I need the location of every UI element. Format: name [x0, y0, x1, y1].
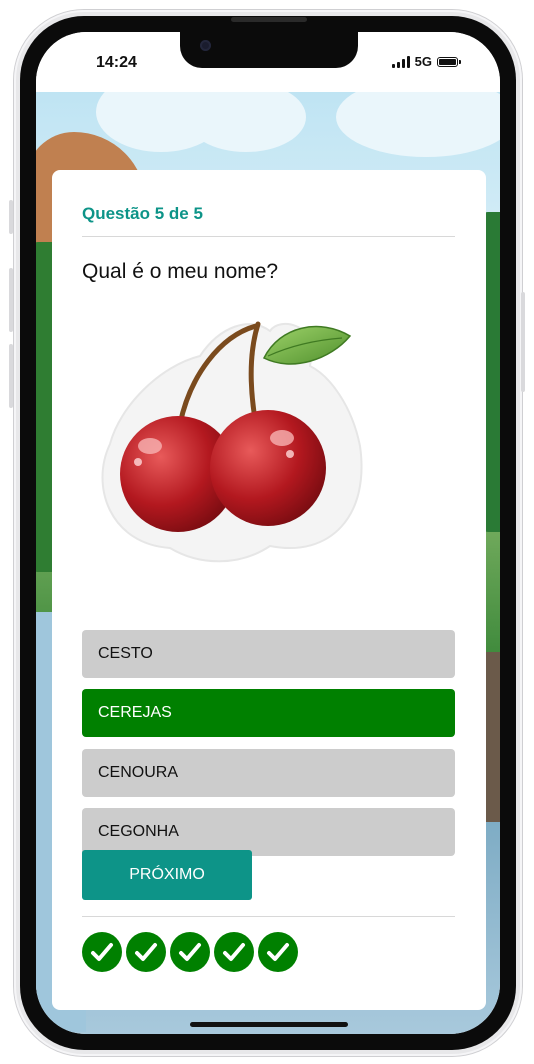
earpiece: [231, 17, 307, 22]
check-icon: [126, 932, 166, 972]
cloud: [186, 82, 306, 152]
next-button[interactable]: PRÓXIMO: [82, 850, 252, 900]
check-icon: [214, 932, 254, 972]
divider: [82, 916, 455, 917]
question-counter: Questão 5 de 5: [82, 204, 203, 223]
cherries-image: [80, 296, 370, 576]
battery-icon: [437, 56, 461, 67]
home-indicator[interactable]: [190, 1022, 348, 1027]
check-icon: [258, 932, 298, 972]
status-icons: 5G: [391, 54, 461, 69]
divider: [82, 236, 455, 237]
answer-option-cegonha[interactable]: CEGONHA: [82, 808, 455, 856]
camera-icon: [200, 40, 211, 51]
answer-option-cerejas[interactable]: CEREJAS: [82, 689, 455, 737]
side-button: [9, 200, 13, 234]
volume-up-button: [9, 268, 13, 332]
network-label: 5G: [414, 54, 432, 69]
check-icon: [82, 932, 122, 972]
status-time: 14:24: [96, 54, 137, 71]
power-button: [521, 292, 525, 392]
signal-icon: [391, 55, 410, 68]
phone-screen: 14:24 5G Questão 5 de 5 Qual é o meu nom…: [36, 32, 500, 1034]
quiz-card: Questão 5 de 5 Qual é o meu nome? CESTO …: [52, 170, 486, 1010]
notch: [180, 32, 358, 68]
check-icon: [170, 932, 210, 972]
volume-down-button: [9, 344, 13, 408]
answer-option-cenoura[interactable]: CENOURA: [82, 749, 455, 797]
answer-option-cesto[interactable]: CESTO: [82, 630, 455, 678]
question-text: Qual é o meu nome?: [82, 260, 279, 283]
progress-checks: [82, 932, 298, 972]
